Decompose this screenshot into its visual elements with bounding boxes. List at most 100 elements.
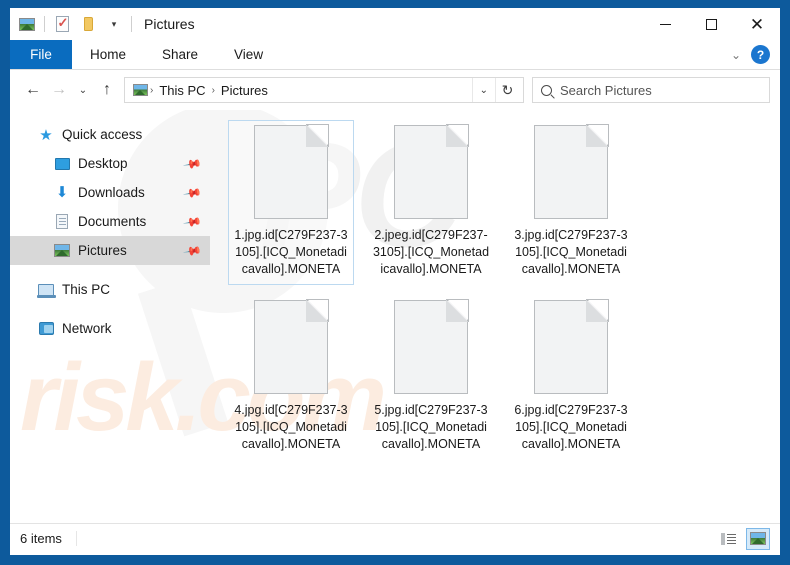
sidebar-item-pictures[interactable]: Pictures 📌 <box>10 236 210 265</box>
file-item[interactable]: 6.jpg.id[C279F237-3105].[ICQ_Monetadicav… <box>508 295 634 460</box>
file-name-label: 3.jpg.id[C279F237-3105].[ICQ_Monetadicav… <box>512 227 630 278</box>
tab-file[interactable]: File <box>10 40 72 69</box>
sidebar-item-desktop[interactable]: Desktop 📌 <box>10 149 210 178</box>
details-view-icon <box>721 533 736 545</box>
picture-icon-sidebar <box>52 244 72 257</box>
properties-icon <box>56 16 69 32</box>
sidebar-spacer-1 <box>10 265 210 275</box>
file-item[interactable]: 4.jpg.id[C279F237-3105].[ICQ_Monetadicav… <box>228 295 354 460</box>
sidebar-label-pictures: Pictures <box>78 243 127 258</box>
search-input[interactable]: Search Pictures <box>560 83 652 98</box>
close-icon: ✕ <box>750 16 764 33</box>
generic-file-icon <box>254 300 328 394</box>
generic-file-icon <box>254 125 328 219</box>
pin-icon-downloads[interactable]: 📌 <box>182 182 202 202</box>
status-bar: 6 items <box>10 523 780 553</box>
ribbon-right-controls: ⌄ ? <box>731 40 780 69</box>
address-dropdown-chevron-icon[interactable]: ⌄ <box>472 78 495 102</box>
forward-button[interactable]: → <box>46 77 72 103</box>
pin-icon-documents[interactable]: 📌 <box>182 211 202 231</box>
breadcrumb-this-pc[interactable]: This PC <box>155 83 209 98</box>
sidebar-item-documents[interactable]: Documents 📌 <box>10 207 210 236</box>
network-icon <box>36 322 56 335</box>
file-item[interactable]: 5.jpg.id[C279F237-3105].[ICQ_Monetadicav… <box>368 295 494 460</box>
toolbar-divider-2 <box>131 16 132 32</box>
tab-view[interactable]: View <box>216 40 281 69</box>
title-bar: ▾ Pictures ✕ <box>10 8 780 40</box>
sidebar-label-downloads: Downloads <box>78 185 145 200</box>
view-toggle-group <box>716 528 770 550</box>
file-item[interactable]: 1.jpg.id[C279F237-3105].[ICQ_Monetadicav… <box>228 120 354 285</box>
file-name-label: 1.jpg.id[C279F237-3105].[ICQ_Monetadicav… <box>232 227 350 278</box>
recent-locations-button[interactable]: ⌄ <box>72 77 94 103</box>
pin-icon-pictures[interactable]: 📌 <box>182 240 202 260</box>
folder-icon <box>84 17 93 31</box>
qat-new-folder-button[interactable] <box>75 12 101 36</box>
window-title: Pictures <box>144 16 195 32</box>
desktop-icon <box>52 158 72 170</box>
navigation-pane: ★ Quick access Desktop 📌 ⬇ Downloads 📌 D… <box>10 110 210 523</box>
sidebar-label-this-pc: This PC <box>62 282 110 297</box>
help-button[interactable]: ? <box>751 45 770 64</box>
minimize-icon <box>660 24 671 25</box>
maximize-button[interactable] <box>688 8 734 40</box>
breadcrumb-pictures[interactable]: Pictures <box>217 83 272 98</box>
window-inner: PC risk.com ▾ Pictures <box>10 8 780 555</box>
chevron-down-icon: ▾ <box>112 20 117 29</box>
this-pc-icon <box>36 284 56 296</box>
explorer-window: PC risk.com ▾ Pictures <box>0 0 790 565</box>
sidebar-label-network: Network <box>62 321 112 336</box>
explorer-body: ★ Quick access Desktop 📌 ⬇ Downloads 📌 D… <box>10 110 780 523</box>
sidebar-item-this-pc[interactable]: This PC <box>10 275 210 304</box>
item-count-label: 6 items <box>20 531 77 546</box>
back-button[interactable]: ← <box>20 77 46 103</box>
breadcrumb-separator-1: › <box>148 85 155 96</box>
file-item[interactable]: 3.jpg.id[C279F237-3105].[ICQ_Monetadicav… <box>508 120 634 285</box>
file-name-label: 2.jpeg.id[C279F237-3105].[ICQ_Monetadica… <box>372 227 490 278</box>
pictures-folder-icon <box>133 84 148 96</box>
file-name-label: 6.jpg.id[C279F237-3105].[ICQ_Monetadicav… <box>512 402 630 453</box>
generic-file-icon <box>394 300 468 394</box>
toolbar-divider <box>44 16 45 32</box>
tab-share[interactable]: Share <box>144 40 216 69</box>
picture-icon <box>19 18 35 31</box>
sidebar-label-desktop: Desktop <box>78 156 128 171</box>
sidebar-spacer-2 <box>10 304 210 314</box>
sidebar-item-network[interactable]: Network <box>10 314 210 343</box>
file-item[interactable]: 2.jpeg.id[C279F237-3105].[ICQ_Monetadica… <box>368 120 494 285</box>
sidebar-item-quick-access[interactable]: ★ Quick access <box>10 120 210 149</box>
pin-icon-desktop[interactable]: 📌 <box>182 153 202 173</box>
download-icon: ⬇ <box>52 185 72 200</box>
search-box[interactable]: Search Pictures <box>532 77 770 103</box>
file-name-label: 5.jpg.id[C279F237-3105].[ICQ_Monetadicav… <box>372 402 490 453</box>
tab-home[interactable]: Home <box>72 40 144 69</box>
generic-file-icon <box>534 300 608 394</box>
minimize-button[interactable] <box>642 8 688 40</box>
file-grid: 1.jpg.id[C279F237-3105].[ICQ_Monetadicav… <box>228 120 780 470</box>
window-controls: ✕ <box>642 8 780 40</box>
file-list-pane[interactable]: 1.jpg.id[C279F237-3105].[ICQ_Monetadicav… <box>210 110 780 523</box>
address-bar-row: ← → ⌄ ↑ › This PC › Pictures ⌄ ↻ Search … <box>10 70 780 110</box>
large-icons-view-button[interactable] <box>746 528 770 550</box>
details-view-button[interactable] <box>716 528 740 550</box>
document-icon <box>52 214 72 229</box>
generic-file-icon <box>394 125 468 219</box>
quick-access-toolbar: ▾ <box>14 12 136 36</box>
star-icon: ★ <box>36 126 56 144</box>
address-bar[interactable]: › This PC › Pictures ⌄ ↻ <box>124 77 524 103</box>
ribbon-collapse-chevron-icon[interactable]: ⌄ <box>731 48 741 62</box>
sidebar-item-downloads[interactable]: ⬇ Downloads 📌 <box>10 178 210 207</box>
breadcrumb-separator-2: › <box>210 85 217 96</box>
qat-picture-button[interactable] <box>14 12 40 36</box>
qat-customize-button[interactable]: ▾ <box>101 12 127 36</box>
generic-file-icon <box>534 125 608 219</box>
search-icon <box>541 85 552 96</box>
close-button[interactable]: ✕ <box>734 8 780 40</box>
large-icons-view-icon <box>750 532 766 545</box>
qat-properties-button[interactable] <box>49 12 75 36</box>
sidebar-label-quick-access: Quick access <box>62 127 142 142</box>
refresh-icon[interactable]: ↻ <box>495 78 519 102</box>
sidebar-label-documents: Documents <box>78 214 146 229</box>
up-button[interactable]: ↑ <box>94 77 120 103</box>
maximize-icon <box>706 19 717 30</box>
